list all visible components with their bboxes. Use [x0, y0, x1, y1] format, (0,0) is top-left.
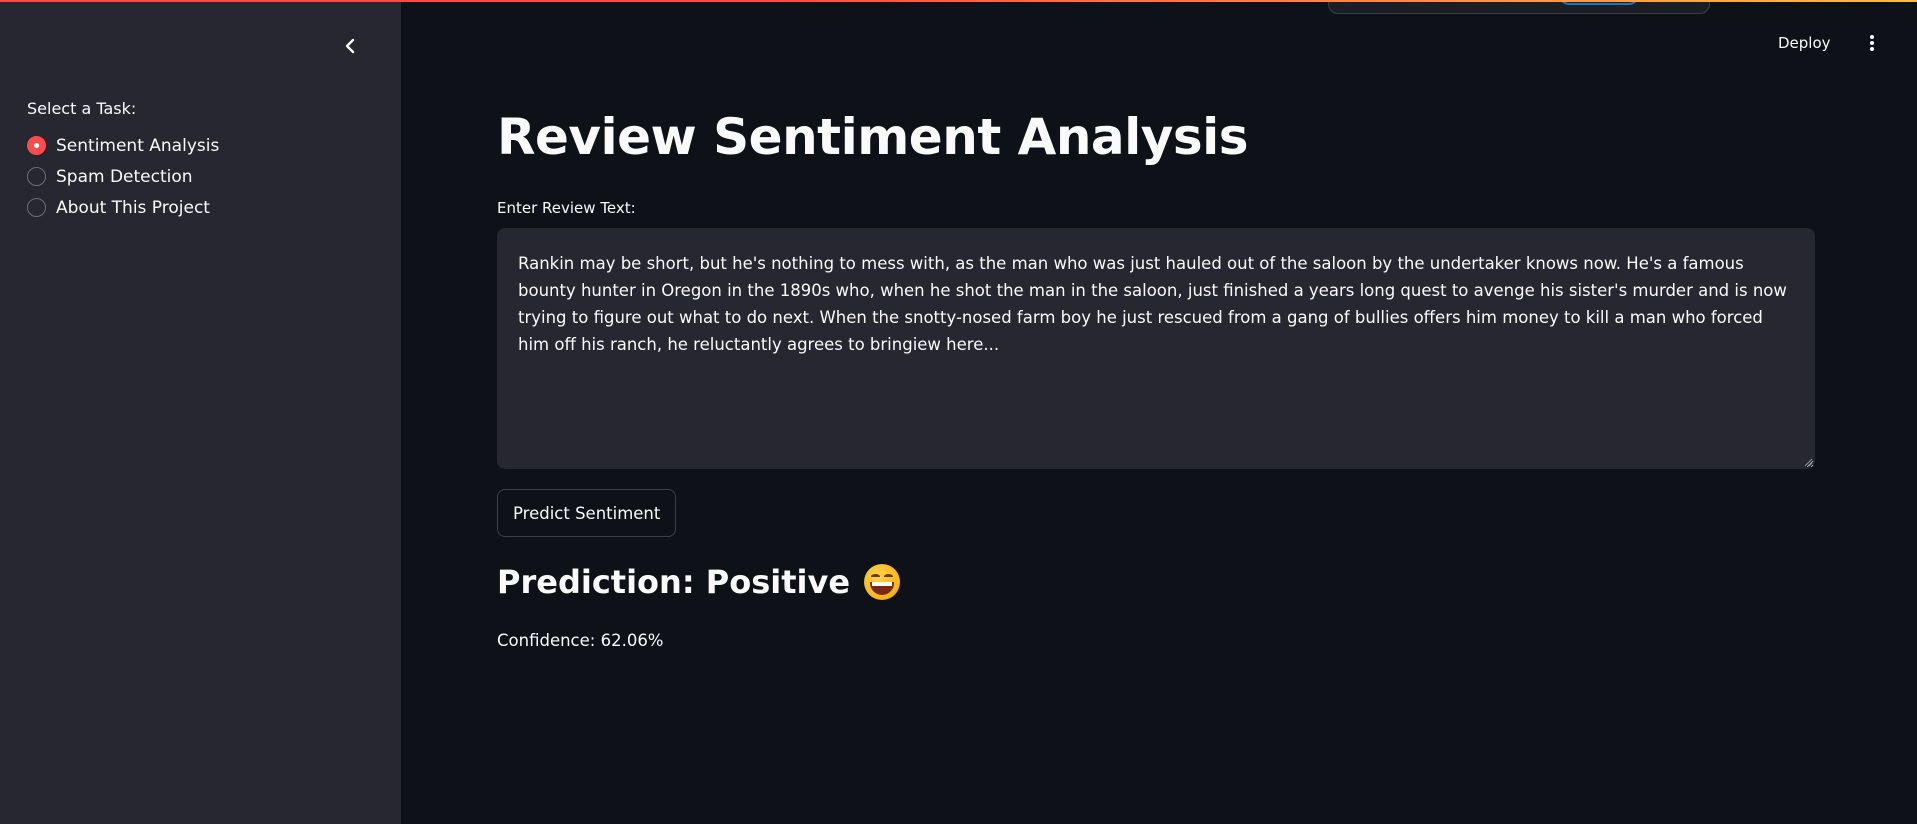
resize-handle-icon[interactable] — [1803, 457, 1813, 467]
confidence-text: Confidence: 62.06% — [497, 631, 664, 650]
deploy-button[interactable]: Deploy — [1778, 30, 1831, 56]
kebab-menu-icon — [1870, 35, 1874, 51]
review-input-label: Enter Review Text: — [497, 199, 636, 217]
prediction-result: Prediction: Positive — [497, 563, 901, 601]
radio-button[interactable] — [27, 198, 46, 217]
radio-option-sentiment-analysis[interactable]: Sentiment Analysis — [27, 130, 219, 161]
collapse-sidebar-button[interactable] — [338, 32, 362, 60]
predict-sentiment-button[interactable]: Predict Sentiment — [497, 489, 677, 537]
chevron-left-icon — [345, 38, 355, 54]
status-widget — [1328, 0, 1710, 14]
radio-option-label: About This Project — [56, 197, 210, 218]
main-menu-button[interactable] — [1862, 30, 1882, 56]
radio-option-label: Spam Detection — [56, 166, 193, 187]
sidebar: Select a Task: Sentiment Analysis Spam D… — [0, 0, 401, 824]
radio-button-checked[interactable] — [27, 136, 46, 155]
radio-button[interactable] — [27, 167, 46, 186]
task-radio-group: Sentiment Analysis Spam Detection About … — [27, 130, 219, 223]
page-title: Review Sentiment Analysis — [497, 108, 1249, 166]
task-radio-label: Select a Task: — [27, 99, 137, 118]
prediction-text: Prediction: Positive — [497, 563, 851, 601]
radio-option-about-project[interactable]: About This Project — [27, 192, 219, 223]
top-decoration-bar — [0, 0, 1917, 2]
radio-option-spam-detection[interactable]: Spam Detection — [27, 161, 219, 192]
grinning-face-icon — [864, 564, 901, 600]
radio-option-label: Sentiment Analysis — [56, 135, 220, 156]
review-text-area[interactable]: Rankin may be short, but he's nothing to… — [497, 228, 1815, 469]
